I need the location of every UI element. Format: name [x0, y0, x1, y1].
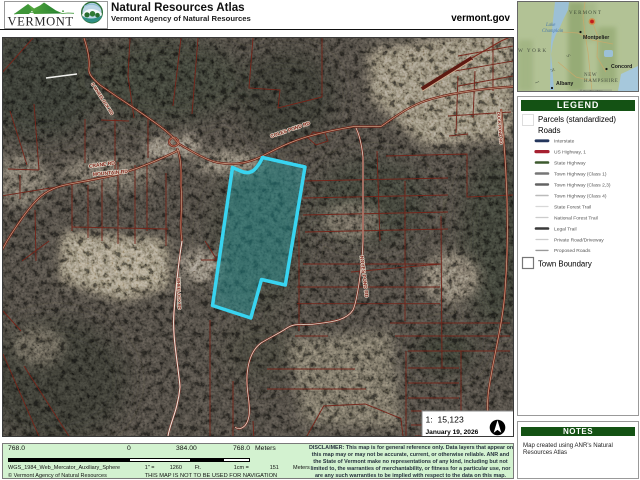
- svg-text:US Highway, 1: US Highway, 1: [554, 149, 586, 155]
- svg-text:Albany: Albany: [556, 81, 573, 87]
- svg-text:National Forest Trail: National Forest Trail: [554, 215, 598, 221]
- svg-text:VERMONT: VERMONT: [569, 11, 602, 16]
- svg-text:Lake: Lake: [545, 23, 556, 28]
- svg-text:Proposed Roads: Proposed Roads: [554, 248, 591, 254]
- svg-text:Montpelier: Montpelier: [583, 35, 609, 41]
- svg-text:Private Road/Driveway: Private Road/Driveway: [554, 237, 604, 243]
- svg-text:Concord: Concord: [611, 64, 632, 70]
- svg-text:Town Highway (Class 2,3): Town Highway (Class 2,3): [554, 182, 611, 188]
- svg-text:NEW: NEW: [584, 73, 597, 78]
- svg-text:Town Highway (Class 1): Town Highway (Class 1): [554, 171, 607, 177]
- svg-text:HAMPSHIRE: HAMPSHIRE: [584, 79, 618, 84]
- svg-text:Town Highway (Class 4): Town Highway (Class 4): [554, 193, 607, 199]
- svg-text:W YORK: W YORK: [518, 48, 548, 54]
- svg-text:State Forest Trail: State Forest Trail: [554, 204, 591, 210]
- svg-text:Interstate: Interstate: [554, 139, 575, 145]
- svg-text:Legal Trail: Legal Trail: [554, 226, 577, 232]
- svg-text:State Highway: State Highway: [554, 160, 586, 166]
- svg-text:© OpenStreetMap: © OpenStreetMap: [580, 89, 603, 91]
- svg-text:VERMONT: VERMONT: [8, 15, 74, 29]
- svg-text:Champlain: Champlain: [542, 29, 564, 34]
- svg-text:1: 15,123: 1: 15,123: [426, 415, 464, 425]
- svg-text:Town Boundary: Town Boundary: [538, 260, 592, 269]
- svg-text:January 19, 2026: January 19, 2026: [426, 429, 479, 436]
